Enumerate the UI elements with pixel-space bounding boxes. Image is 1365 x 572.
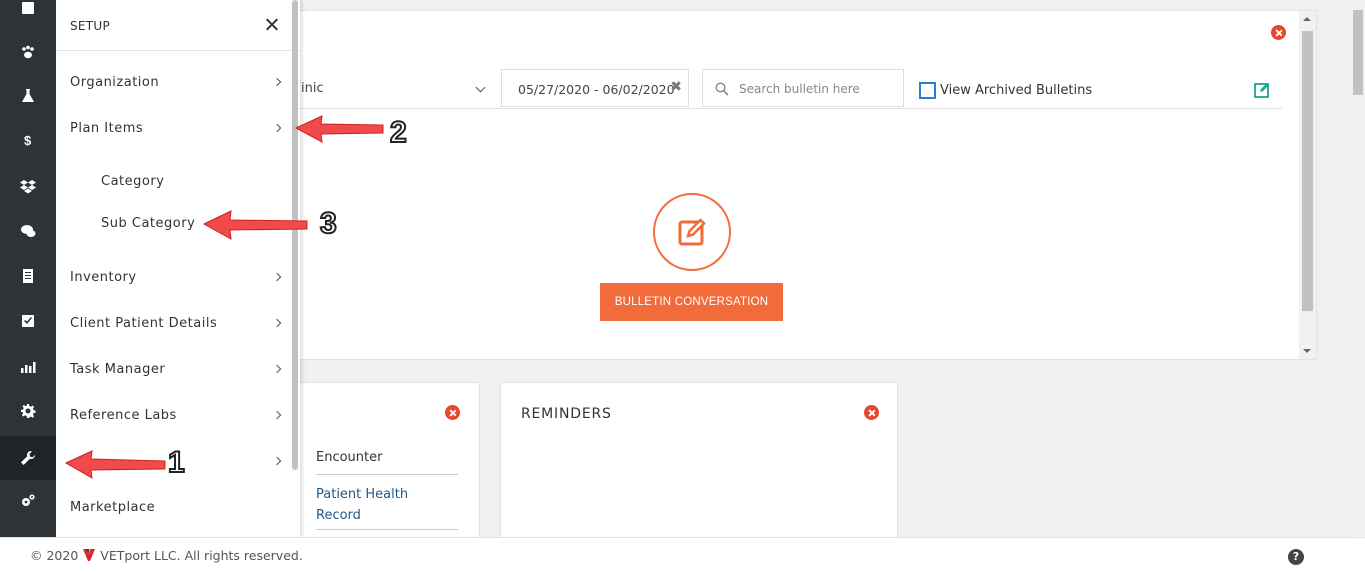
menu-item-label: Reference Labs	[70, 408, 177, 423]
bulletin-panel: inic 05/27/2020 - 06/02/2020 ✖ Search bu…	[297, 10, 1317, 360]
patient-health-record-link[interactable]: Patient Health Record	[316, 484, 436, 526]
date-range-value: 05/27/2020 - 06/02/2020	[518, 82, 675, 97]
chevron-right-icon	[272, 123, 282, 133]
scroll-thumb[interactable]	[1302, 31, 1313, 311]
dollar-icon[interactable]: $	[0, 118, 56, 162]
calendar-icon[interactable]	[0, 0, 56, 30]
scroll-up-arrow[interactable]	[1303, 17, 1311, 21]
reminders-panel: REMINDERS	[500, 382, 898, 542]
close-icon[interactable]	[262, 15, 282, 35]
bulletin-conversation-button[interactable]: BULLETIN CONVERSATION	[600, 283, 783, 321]
close-icon[interactable]	[445, 405, 460, 420]
document-icon[interactable]	[0, 254, 56, 298]
icon-rail: $	[0, 0, 56, 537]
compose-icon	[653, 193, 731, 271]
divider	[316, 529, 458, 530]
menu-item-label: Organization	[70, 75, 160, 90]
drawer-header: SETUP	[56, 0, 300, 51]
menu-item-label: Client Patient Details	[70, 316, 218, 331]
copyright-text: VETport LLC. All rights reserved.	[100, 548, 303, 563]
menu-item-organization[interactable]: Organization	[70, 75, 282, 99]
chevron-right-icon	[272, 77, 282, 87]
search-placeholder: Search bulletin here	[739, 82, 860, 96]
chevron-down-icon	[475, 82, 486, 93]
paw-icon[interactable]	[0, 30, 56, 74]
scroll-down-arrow[interactable]	[1303, 349, 1311, 353]
search-input[interactable]: Search bulletin here	[702, 69, 904, 107]
chevron-right-icon	[272, 318, 282, 328]
date-range-input[interactable]: 05/27/2020 - 06/02/2020 ✖	[501, 69, 689, 107]
archived-label: View Archived Bulletins	[940, 83, 1093, 98]
close-icon[interactable]	[1271, 25, 1286, 40]
menu-item-task-manager[interactable]: Task Manager	[70, 362, 282, 386]
menu-item-label: Marketplace	[70, 500, 156, 515]
flask-icon[interactable]	[0, 74, 56, 118]
vetport-logo-icon	[83, 549, 96, 561]
copyright-prefix: © 2020	[30, 548, 79, 563]
archived-checkbox[interactable]	[919, 82, 936, 99]
view-archived-toggle[interactable]: View Archived Bulletins	[919, 82, 1092, 99]
chevron-right-icon	[272, 364, 282, 374]
chevron-right-icon	[272, 410, 282, 420]
menu-item-marketplace[interactable]: Marketplace	[70, 500, 282, 524]
menu-item-label: Task Manager	[70, 362, 166, 377]
chart-icon[interactable]	[0, 344, 56, 388]
svg-text:$: $	[24, 133, 32, 148]
page-scrollbar[interactable]	[1351, 0, 1365, 537]
menu-item-plan-items[interactable]: Plan Items	[70, 121, 282, 145]
search-icon	[715, 82, 729, 96]
checkbox-icon[interactable]	[0, 299, 56, 343]
gears-icon[interactable]	[0, 479, 56, 523]
chevron-right-icon	[272, 272, 282, 282]
wrench-icon[interactable]	[0, 436, 56, 480]
panel-scrollbar[interactable]	[1299, 11, 1316, 359]
dropbox-icon[interactable]	[0, 164, 56, 208]
annotation-number-2: 2	[389, 115, 408, 150]
annotation-number-3: 3	[319, 206, 338, 241]
menu-item-client-patient-details[interactable]: Client Patient Details	[70, 316, 282, 340]
chevron-right-icon	[272, 456, 282, 466]
clinic-select-value: inic	[301, 81, 324, 96]
drawer-scrollbar[interactable]	[292, 0, 298, 470]
encounter-header: Encounter	[316, 450, 383, 465]
bulletin-filter-row: inic 05/27/2020 - 06/02/2020 ✖ Search bu…	[298, 69, 1282, 109]
menu-item-label: Inventory	[70, 270, 137, 285]
footer: © 2020 VETport LLC. All rights reserved.…	[0, 537, 1365, 572]
page-scroll-thumb[interactable]	[1353, 10, 1363, 95]
reminders-title: REMINDERS	[521, 406, 612, 422]
close-icon[interactable]	[864, 405, 879, 420]
sub-item-category[interactable]: Category	[101, 174, 164, 189]
clinic-select[interactable]: inic	[298, 69, 488, 109]
chat-icon[interactable]	[0, 209, 56, 253]
menu-item-reference-labs[interactable]: Reference Labs	[70, 408, 282, 432]
sub-item-sub-category[interactable]: Sub Category	[101, 216, 195, 231]
menu-item-inventory[interactable]: Inventory	[70, 270, 282, 294]
drawer-title: SETUP	[70, 19, 111, 33]
edit-icon[interactable]	[1253, 81, 1271, 99]
gear-icon[interactable]	[0, 389, 56, 433]
divider	[316, 474, 458, 475]
encounter-panel: Encounter Patient Health Record	[297, 382, 480, 542]
annotation-number-1: 1	[167, 445, 186, 480]
menu-item-label: Plan Items	[70, 121, 144, 136]
clear-icon[interactable]: ✖	[670, 79, 682, 95]
help-icon[interactable]: ?	[1288, 549, 1304, 565]
